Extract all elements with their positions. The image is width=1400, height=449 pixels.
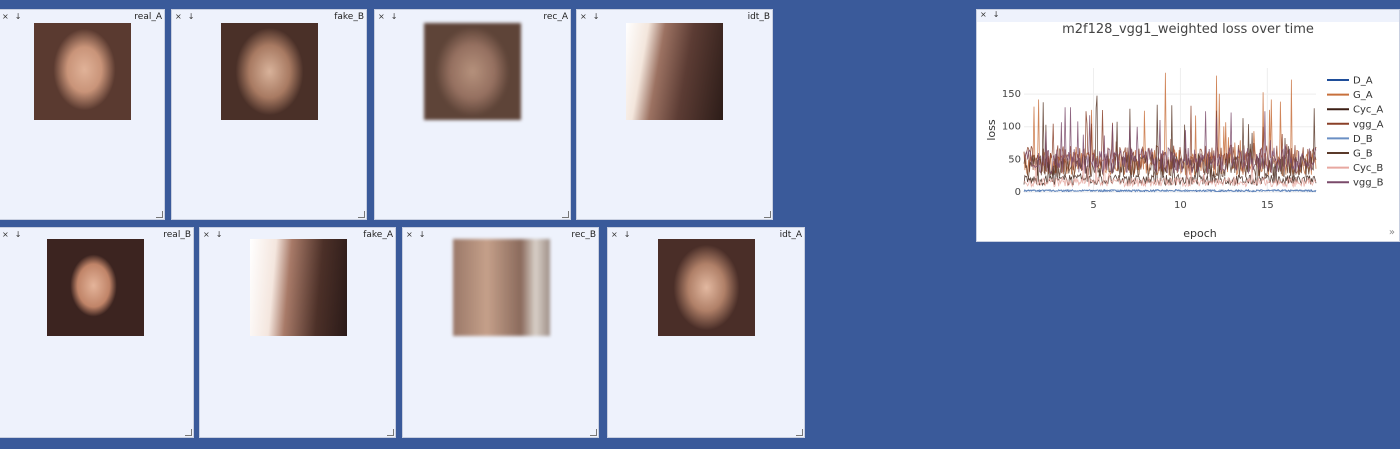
legend-label: D_B	[1353, 134, 1373, 145]
x-tick-label: 15	[1261, 200, 1274, 211]
resize-handle[interactable]	[796, 429, 803, 436]
download-icon[interactable]: ↓	[15, 12, 24, 21]
pane-title: fake_A	[363, 230, 393, 240]
pane-controls: × ↓	[175, 12, 200, 21]
pane-controls: × ↓	[2, 230, 27, 239]
download-icon[interactable]: ↓	[624, 230, 633, 239]
close-icon[interactable]: ×	[378, 12, 387, 21]
legend-label: Cyc_B	[1353, 163, 1383, 174]
download-icon[interactable]: ↓	[188, 12, 197, 21]
image-idt-b	[626, 23, 723, 120]
legend-label: G_A	[1353, 90, 1373, 101]
pane-real-b[interactable]: × ↓ real_B	[0, 227, 194, 438]
expand-icon[interactable]: »	[1389, 227, 1395, 238]
x-tick-label: 5	[1090, 200, 1096, 211]
close-icon[interactable]: ×	[406, 230, 415, 239]
pane-idt-a[interactable]: × ↓ idt_A	[607, 227, 805, 438]
pane-controls: × ↓	[378, 12, 403, 21]
legend-label: vgg_A	[1353, 119, 1384, 130]
pane-title: rec_B	[571, 230, 596, 240]
download-icon[interactable]: ↓	[419, 230, 428, 239]
y-tick-label: 0	[1015, 187, 1021, 198]
pane-title: real_B	[163, 230, 191, 240]
close-icon[interactable]: ×	[611, 230, 620, 239]
legend-label: vgg_B	[1353, 178, 1384, 189]
close-icon[interactable]: ×	[2, 230, 11, 239]
resize-handle[interactable]	[387, 429, 394, 436]
resize-handle[interactable]	[590, 429, 597, 436]
image-rec-b	[453, 239, 550, 336]
legend-label: G_B	[1353, 149, 1373, 160]
y-tick-label: 50	[1008, 154, 1021, 165]
y-tick-label: 150	[1002, 89, 1021, 100]
pane-controls: × ↓	[611, 230, 636, 239]
resize-handle[interactable]	[156, 211, 163, 218]
pane-rec-a[interactable]: × ↓ rec_A	[374, 9, 571, 220]
close-icon[interactable]: ×	[580, 12, 589, 21]
download-icon[interactable]: ↓	[216, 230, 225, 239]
image-idt-a	[658, 239, 755, 336]
pane-controls: × ↓	[203, 230, 228, 239]
close-icon[interactable]: ×	[175, 12, 184, 21]
resize-handle[interactable]	[358, 211, 365, 218]
image-rec-a	[424, 23, 521, 120]
close-icon[interactable]: ×	[203, 230, 212, 239]
legend-label: D_A	[1353, 76, 1373, 87]
image-fake-b	[221, 23, 318, 120]
pane-controls: × ↓	[580, 12, 605, 21]
y-axis-label: loss	[985, 119, 998, 141]
image-real-a	[34, 23, 131, 120]
download-icon[interactable]: ↓	[593, 12, 602, 21]
pane-title: fake_B	[334, 12, 364, 22]
pane-idt-b[interactable]: × ↓ idt_B	[576, 9, 773, 220]
x-tick-label: 10	[1174, 200, 1187, 211]
close-icon[interactable]: ×	[2, 12, 11, 21]
pane-title: idt_A	[779, 230, 802, 240]
image-fake-a	[250, 239, 347, 336]
y-tick-label: 100	[1002, 122, 1021, 133]
resize-handle[interactable]	[764, 211, 771, 218]
image-real-b	[47, 239, 144, 336]
pane-title: real_A	[134, 12, 162, 22]
resize-handle[interactable]	[562, 211, 569, 218]
pane-controls: × ↓	[406, 230, 431, 239]
download-icon[interactable]: ↓	[391, 12, 400, 21]
pane-title: idt_B	[747, 12, 770, 22]
pane-fake-b[interactable]: × ↓ fake_B	[171, 9, 367, 220]
pane-fake-a[interactable]: × ↓ fake_A	[199, 227, 396, 438]
pane-title: rec_A	[543, 12, 568, 22]
loss-chart[interactable]: 0 50 100 150 5 10 15 epoch loss D_A G_A Cyc_A vgg_A D…	[977, 10, 1400, 243]
pane-rec-b[interactable]: × ↓ rec_B	[402, 227, 599, 438]
pane-controls: × ↓	[2, 12, 27, 21]
x-axis-label: epoch	[1183, 227, 1217, 240]
download-icon[interactable]: ↓	[15, 230, 24, 239]
pane-real-a[interactable]: × ↓ real_A	[0, 9, 165, 220]
pane-loss-plot[interactable]: × ↓ m2f128_vgg1_weighted loss over time 0…	[976, 9, 1400, 242]
legend-label: Cyc_A	[1353, 105, 1383, 116]
resize-handle[interactable]	[185, 429, 192, 436]
